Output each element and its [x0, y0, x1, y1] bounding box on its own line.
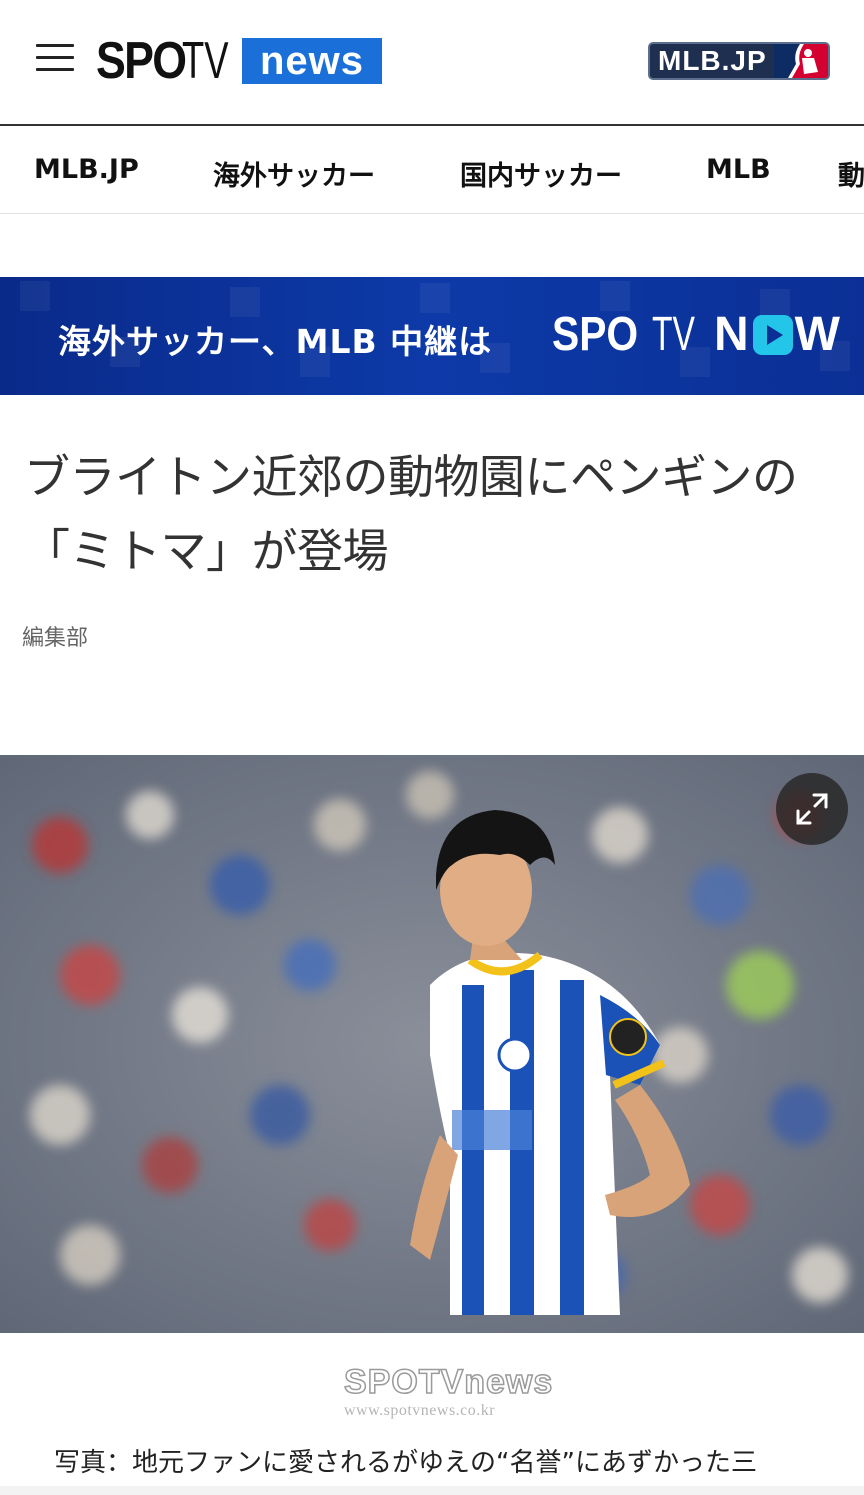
article-title: ブライトン近郊の動物園にペンギンの「ミトマ」が登場 — [24, 450, 798, 578]
banner-logo-n: N — [714, 308, 751, 361]
logo-tv-text: TV — [181, 32, 229, 90]
nav-item-video[interactable]: 動 — [838, 154, 864, 193]
banner-logo-spo: SPO — [552, 308, 639, 361]
mlb-jp-link[interactable]: MLB.JP — [648, 42, 830, 80]
banner-logo-tv: TV — [652, 308, 695, 361]
expand-arrows-icon — [796, 793, 828, 825]
article-photo — [0, 755, 864, 1333]
nav-item-mlb-jp[interactable]: MLB.JP — [34, 154, 139, 185]
nav-item-overseas-soccer[interactable]: 海外サッカー — [213, 154, 375, 193]
logo-spo-text: SPO — [96, 32, 187, 90]
player-photo-illustration — [0, 755, 864, 1333]
spotv-now-logo: SPO TV N W — [552, 307, 842, 363]
watermark-url: www.spotvnews.co.kr — [344, 1402, 496, 1419]
spotv-news-logo[interactable]: SPO TV news — [96, 32, 382, 90]
nav-item-domestic-soccer[interactable]: 国内サッカー — [460, 154, 622, 193]
article-author: 編集部 — [22, 626, 89, 651]
banner-logo-now: N W — [714, 307, 842, 363]
logo-news-text: news — [242, 38, 382, 84]
photo-watermark: SPOTVnews www.spotvnews.co.kr — [343, 1363, 554, 1424]
mlb-jp-label: MLB.JP — [658, 45, 767, 76]
page-bottom-edge — [0, 1486, 864, 1495]
site-header: SPO TV news MLB.JP — [0, 0, 864, 126]
banner-text: 海外サッカー、MLB 中継は — [58, 322, 493, 361]
mlb-logo-icon — [774, 44, 828, 78]
photo-caption: 写真：地元ファンに愛されるがゆえの“名誉”にあずかった三 — [54, 1448, 757, 1478]
expand-photo-button[interactable] — [776, 773, 848, 845]
play-icon — [752, 315, 793, 355]
nav-item-mlb[interactable]: MLB — [706, 154, 771, 185]
watermark-logo-text: SPOTVnews — [343, 1363, 554, 1401]
hamburger-menu-icon[interactable] — [36, 44, 74, 74]
category-nav: MLB.JP 海外サッカー 国内サッカー MLB 動 — [0, 128, 864, 214]
banner-logo-w: W — [794, 308, 842, 361]
spotv-now-banner[interactable]: 海外サッカー、MLB 中継は SPO TV N W — [0, 277, 864, 395]
